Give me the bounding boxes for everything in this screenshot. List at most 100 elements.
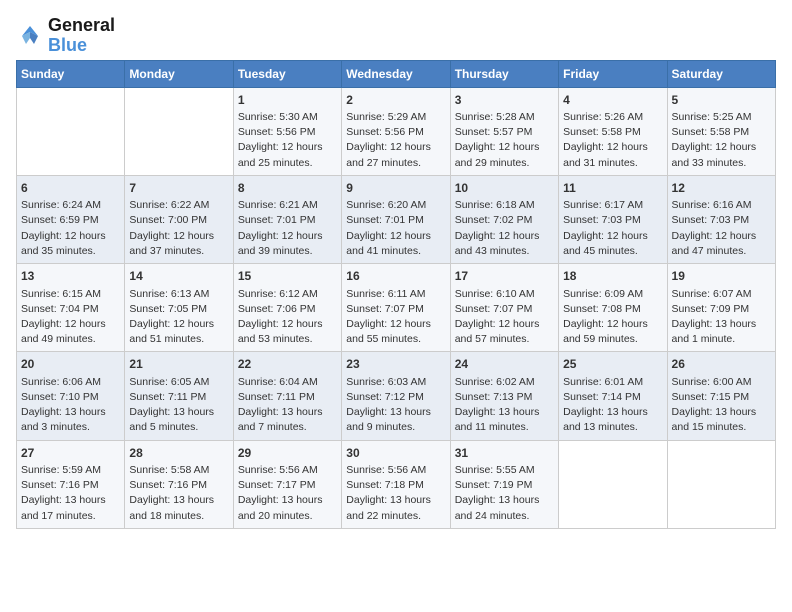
daylight-text: Daylight: 12 hours and 45 minutes. [563, 230, 648, 257]
daylight-text: Daylight: 12 hours and 37 minutes. [129, 230, 214, 257]
week-row-4: 20Sunrise: 6:06 AMSunset: 7:10 PMDayligh… [17, 352, 776, 440]
daylight-text: Daylight: 12 hours and 53 minutes. [238, 318, 323, 345]
sunset-text: Sunset: 5:56 PM [346, 126, 424, 138]
sunset-text: Sunset: 7:18 PM [346, 479, 424, 491]
day-number: 30 [346, 445, 445, 462]
day-number: 8 [238, 180, 337, 197]
daylight-text: Daylight: 13 hours and 7 minutes. [238, 406, 323, 433]
day-cell: 6Sunrise: 6:24 AMSunset: 6:59 PMDaylight… [17, 175, 125, 263]
sunset-text: Sunset: 7:01 PM [238, 214, 316, 226]
day-cell: 15Sunrise: 6:12 AMSunset: 7:06 PMDayligh… [233, 264, 341, 352]
column-header-sunday: Sunday [17, 60, 125, 87]
sunset-text: Sunset: 7:16 PM [21, 479, 99, 491]
sunset-text: Sunset: 7:09 PM [672, 303, 750, 315]
day-cell: 18Sunrise: 6:09 AMSunset: 7:08 PMDayligh… [559, 264, 667, 352]
day-cell: 12Sunrise: 6:16 AMSunset: 7:03 PMDayligh… [667, 175, 775, 263]
sunrise-text: Sunrise: 5:58 AM [129, 464, 209, 476]
sunset-text: Sunset: 7:07 PM [455, 303, 533, 315]
sunset-text: Sunset: 7:11 PM [129, 391, 206, 403]
daylight-text: Daylight: 12 hours and 33 minutes. [672, 141, 757, 168]
logo-text: General Blue [48, 16, 115, 56]
sunrise-text: Sunrise: 6:04 AM [238, 376, 318, 388]
day-number: 9 [346, 180, 445, 197]
sunset-text: Sunset: 7:16 PM [129, 479, 207, 491]
day-cell [559, 440, 667, 528]
sunrise-text: Sunrise: 5:59 AM [21, 464, 101, 476]
day-cell: 5Sunrise: 5:25 AMSunset: 5:58 PMDaylight… [667, 87, 775, 175]
sunset-text: Sunset: 7:05 PM [129, 303, 207, 315]
sunrise-text: Sunrise: 6:24 AM [21, 199, 101, 211]
sunrise-text: Sunrise: 5:56 AM [238, 464, 318, 476]
day-number: 19 [672, 268, 771, 285]
daylight-text: Daylight: 12 hours and 55 minutes. [346, 318, 431, 345]
day-number: 7 [129, 180, 228, 197]
day-number: 21 [129, 356, 228, 373]
sunrise-text: Sunrise: 6:00 AM [672, 376, 752, 388]
sunset-text: Sunset: 7:14 PM [563, 391, 641, 403]
sunset-text: Sunset: 7:03 PM [672, 214, 750, 226]
day-cell: 22Sunrise: 6:04 AMSunset: 7:11 PMDayligh… [233, 352, 341, 440]
sunrise-text: Sunrise: 6:21 AM [238, 199, 318, 211]
week-row-5: 27Sunrise: 5:59 AMSunset: 7:16 PMDayligh… [17, 440, 776, 528]
day-number: 25 [563, 356, 662, 373]
day-cell: 2Sunrise: 5:29 AMSunset: 5:56 PMDaylight… [342, 87, 450, 175]
calendar-header: SundayMondayTuesdayWednesdayThursdayFrid… [17, 60, 776, 87]
day-number: 29 [238, 445, 337, 462]
daylight-text: Daylight: 12 hours and 39 minutes. [238, 230, 323, 257]
page-header: General Blue [16, 16, 776, 56]
logo-icon [16, 22, 44, 50]
daylight-text: Daylight: 12 hours and 35 minutes. [21, 230, 106, 257]
day-cell: 30 Sunrise: 5:56 AM Sunset: 7:18 PM Dayligh… [342, 440, 450, 528]
sunset-text: Sunset: 7:17 PM [238, 479, 316, 491]
week-row-2: 6Sunrise: 6:24 AMSunset: 6:59 PMDaylight… [17, 175, 776, 263]
daylight-text: Daylight: 13 hours and 15 minutes. [672, 406, 757, 433]
sunset-text: Sunset: 5:57 PM [455, 126, 533, 138]
day-number: 23 [346, 356, 445, 373]
day-cell: 4Sunrise: 5:26 AMSunset: 5:58 PMDaylight… [559, 87, 667, 175]
day-cell: 24Sunrise: 6:02 AMSunset: 7:13 PMDayligh… [450, 352, 558, 440]
sunrise-text: Sunrise: 6:12 AM [238, 288, 318, 300]
day-cell: 13Sunrise: 6:15 AMSunset: 7:04 PMDayligh… [17, 264, 125, 352]
sunrise-text: Sunrise: 6:11 AM [346, 288, 425, 300]
daylight-text: Daylight: 13 hours and 22 minutes. [346, 494, 431, 521]
daylight-text: Daylight: 12 hours and 41 minutes. [346, 230, 431, 257]
sunset-text: Sunset: 7:10 PM [21, 391, 99, 403]
day-number: 28 [129, 445, 228, 462]
calendar-table: SundayMondayTuesdayWednesdayThursdayFrid… [16, 60, 776, 529]
daylight-text: Daylight: 12 hours and 25 minutes. [238, 141, 323, 168]
day-number: 20 [21, 356, 120, 373]
daylight-text: Daylight: 13 hours and 11 minutes. [455, 406, 540, 433]
day-cell: 7Sunrise: 6:22 AMSunset: 7:00 PMDaylight… [125, 175, 233, 263]
sunset-text: Sunset: 7:07 PM [346, 303, 424, 315]
sunset-text: Sunset: 6:59 PM [21, 214, 99, 226]
sunrise-text: Sunrise: 5:30 AM [238, 111, 318, 123]
daylight-text: Daylight: 12 hours and 49 minutes. [21, 318, 106, 345]
day-number: 13 [21, 268, 120, 285]
day-number: 31 [455, 445, 554, 462]
day-cell: 27Sunrise: 5:59 AMSunset: 7:16 PMDayligh… [17, 440, 125, 528]
sunrise-text: Sunrise: 5:26 AM [563, 111, 643, 123]
daylight-text: Daylight: 12 hours and 27 minutes. [346, 141, 431, 168]
day-cell: 11Sunrise: 6:17 AMSunset: 7:03 PMDayligh… [559, 175, 667, 263]
sunrise-text: Sunrise: 5:25 AM [672, 111, 752, 123]
sunset-text: Sunset: 7:00 PM [129, 214, 207, 226]
day-number: 16 [346, 268, 445, 285]
sunrise-text: Sunrise: 6:10 AM [455, 288, 535, 300]
daylight-text: Daylight: 13 hours and 5 minutes. [129, 406, 214, 433]
day-number: 12 [672, 180, 771, 197]
day-number: 2 [346, 92, 445, 109]
daylight-text: Daylight: 13 hours and 24 minutes. [455, 494, 540, 521]
daylight-text: Daylight: 13 hours and 3 minutes. [21, 406, 106, 433]
daylight-text: Daylight: 12 hours and 43 minutes. [455, 230, 540, 257]
day-cell [125, 87, 233, 175]
column-header-saturday: Saturday [667, 60, 775, 87]
day-cell: 23Sunrise: 6:03 AMSunset: 7:12 PMDayligh… [342, 352, 450, 440]
sunrise-text: Sunrise: 5:28 AM [455, 111, 535, 123]
sunrise-text: Sunrise: 6:15 AM [21, 288, 101, 300]
day-cell: 3Sunrise: 5:28 AMSunset: 5:57 PMDaylight… [450, 87, 558, 175]
sunrise-text: Sunrise: 6:05 AM [129, 376, 209, 388]
day-number: 17 [455, 268, 554, 285]
sunrise-text: Sunrise: 6:18 AM [455, 199, 535, 211]
daylight-text: Daylight: 13 hours and 17 minutes. [21, 494, 106, 521]
sunrise-text: Sunrise: 5:56 AM [346, 464, 426, 476]
